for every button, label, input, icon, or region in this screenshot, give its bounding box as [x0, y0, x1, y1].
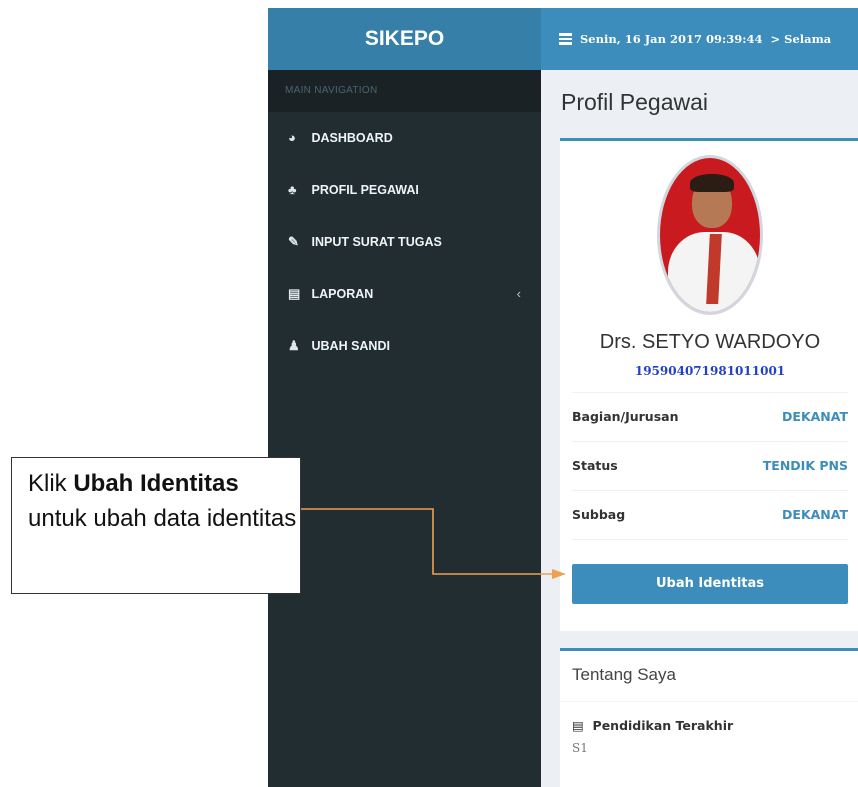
- annotation-arrow: [301, 508, 566, 579]
